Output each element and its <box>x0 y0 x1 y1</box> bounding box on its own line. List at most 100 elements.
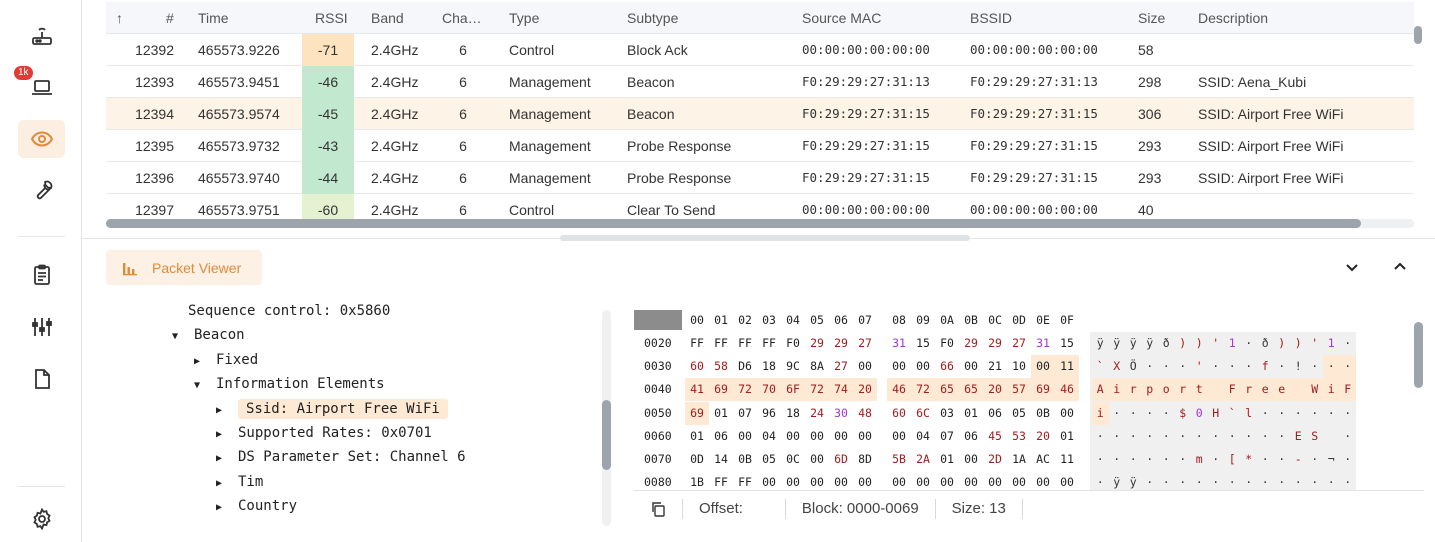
hex-byte[interactable]: 9C <box>781 355 805 378</box>
ascii-char[interactable]: · <box>1109 402 1126 425</box>
ascii-char[interactable]: X <box>1109 355 1126 378</box>
hex-byte[interactable]: FF <box>709 471 733 490</box>
hex-byte[interactable]: FF <box>685 332 709 355</box>
tree-node[interactable]: Sequence control: 0x5860 <box>188 300 390 323</box>
ascii-char[interactable] <box>1290 378 1307 402</box>
hex-byte[interactable]: 5B <box>887 448 911 471</box>
hex-byte[interactable]: 06 <box>983 402 1007 425</box>
table-row[interactable]: -43 12395 465573.9732 2.4GHz 6 Management Prob… <box>106 130 1414 162</box>
ascii-char[interactable]: · <box>1092 425 1109 448</box>
hex-byte[interactable]: 04 <box>911 425 935 448</box>
panel-resize-handle[interactable] <box>560 235 970 241</box>
hex-byte[interactable]: 1A <box>1007 448 1031 471</box>
ascii-char[interactable]: · <box>1307 355 1324 378</box>
tree-node[interactable]: ▶ Fixed <box>194 348 258 372</box>
ascii-char[interactable]: ) <box>1191 332 1208 355</box>
ascii-char[interactable]: · <box>1323 471 1340 490</box>
caret-right-icon[interactable]: ▶ <box>216 423 238 447</box>
caret-right-icon[interactable]: ▶ <box>216 472 238 496</box>
table-horizontal-scroll-thumb[interactable] <box>106 219 1361 228</box>
ascii-char[interactable]: ` <box>1224 402 1241 425</box>
ascii-char[interactable]: · <box>1158 471 1175 490</box>
hex-byte[interactable]: 01 <box>709 402 733 425</box>
hex-byte[interactable]: 41 <box>685 378 709 402</box>
ascii-char[interactable]: m <box>1191 448 1208 471</box>
hex-byte[interactable]: 27 <box>853 332 877 355</box>
table-row[interactable]: -46 12393 465573.9451 2.4GHz 6 Management Beac… <box>106 66 1414 98</box>
ascii-char[interactable]: · <box>1274 471 1291 490</box>
ascii-char[interactable]: · <box>1257 402 1274 425</box>
hex-byte[interactable]: 20 <box>853 378 877 402</box>
hex-byte[interactable]: 8D <box>853 448 877 471</box>
ascii-char[interactable]: r <box>1125 378 1142 402</box>
ascii-char[interactable]: p <box>1141 378 1158 402</box>
hex-byte[interactable]: 15 <box>911 332 935 355</box>
ascii-char[interactable]: ` <box>1092 355 1109 378</box>
ascii-char[interactable]: · <box>1109 425 1126 448</box>
tree-scroll-thumb[interactable] <box>602 400 611 470</box>
ascii-char[interactable]: · <box>1241 355 1258 378</box>
hex-byte[interactable]: 30 <box>829 402 853 425</box>
ascii-char[interactable]: ÿ <box>1109 332 1126 355</box>
ascii-char[interactable]: · <box>1323 402 1340 425</box>
ascii-char[interactable]: A <box>1092 378 1109 402</box>
hex-byte[interactable]: 29 <box>829 332 853 355</box>
hex-byte[interactable]: 20 <box>1031 425 1055 448</box>
ascii-char[interactable]: · <box>1142 448 1159 471</box>
hex-byte[interactable]: 74 <box>829 378 853 402</box>
hex-byte[interactable]: 65 <box>959 378 983 402</box>
ascii-char[interactable]: i <box>1323 378 1340 402</box>
tree-node[interactable]: ▼ Information Elements <box>194 372 385 396</box>
hex-byte[interactable]: D6 <box>733 355 757 378</box>
hex-byte[interactable]: 00 <box>829 425 853 448</box>
ascii-char[interactable] <box>1207 378 1224 402</box>
hex-byte[interactable]: 05 <box>757 448 781 471</box>
sidebar-item-settings[interactable] <box>18 500 65 538</box>
hex-byte[interactable]: F0 <box>935 332 959 355</box>
hex-byte[interactable]: 96 <box>757 402 781 425</box>
collapse-panel-button[interactable] <box>1341 256 1363 278</box>
ascii-char[interactable]: · <box>1224 425 1241 448</box>
hex-byte[interactable]: 00 <box>887 355 911 378</box>
ascii-char[interactable]: · <box>1241 332 1258 355</box>
ascii-char[interactable]: F <box>1339 378 1356 402</box>
column-header-channel[interactable]: Cha… <box>442 2 484 34</box>
hex-byte[interactable]: FF <box>757 332 781 355</box>
ascii-char[interactable]: · <box>1158 448 1175 471</box>
column-header-type[interactable]: Type <box>509 2 539 34</box>
ascii-char[interactable]: [ <box>1224 448 1241 471</box>
hex-byte[interactable]: 31 <box>1031 332 1055 355</box>
tree-node[interactable]: ▶ Country <box>216 494 297 518</box>
hex-byte[interactable]: 00 <box>853 355 877 378</box>
table-row[interactable]: -71 12392 465573.9226 2.4GHz 6 Control Block A… <box>106 34 1414 66</box>
ascii-char[interactable]: · <box>1175 448 1192 471</box>
hex-byte[interactable]: 1B <box>685 471 709 490</box>
hex-byte[interactable]: 00 <box>805 448 829 471</box>
hex-byte[interactable]: 72 <box>733 378 757 402</box>
sort-ascending-icon[interactable]: ↑ <box>116 2 130 34</box>
hex-byte[interactable]: 72 <box>911 378 935 402</box>
hex-byte[interactable]: 00 <box>887 425 911 448</box>
hex-byte[interactable]: 07 <box>733 402 757 425</box>
hex-byte[interactable]: 2D <box>983 448 1007 471</box>
hex-byte[interactable]: FF <box>733 332 757 355</box>
ascii-char[interactable]: l <box>1241 402 1258 425</box>
ascii-char[interactable]: · <box>1175 425 1192 448</box>
hex-byte[interactable]: 66 <box>935 355 959 378</box>
hex-byte[interactable]: 57 <box>1007 378 1031 402</box>
ascii-char[interactable]: i <box>1092 401 1109 425</box>
caret-right-icon[interactable]: ▶ <box>216 447 238 471</box>
hex-byte[interactable]: 65 <box>935 378 959 402</box>
ascii-char[interactable]: · <box>1191 425 1208 448</box>
hex-byte[interactable]: AC <box>1031 448 1055 471</box>
ascii-char[interactable]: · <box>1175 471 1192 490</box>
hex-byte[interactable]: 00 <box>805 471 829 490</box>
ascii-char[interactable]: f <box>1257 355 1274 378</box>
ascii-char[interactable]: F <box>1224 378 1241 402</box>
ascii-char[interactable]: 1 <box>1323 332 1340 355</box>
hex-byte[interactable]: 00 <box>911 355 935 378</box>
hex-byte[interactable]: 00 <box>959 355 983 378</box>
hex-byte[interactable]: 29 <box>983 332 1007 355</box>
hex-byte[interactable]: 72 <box>805 378 829 402</box>
ascii-char[interactable]: E <box>1290 425 1307 448</box>
